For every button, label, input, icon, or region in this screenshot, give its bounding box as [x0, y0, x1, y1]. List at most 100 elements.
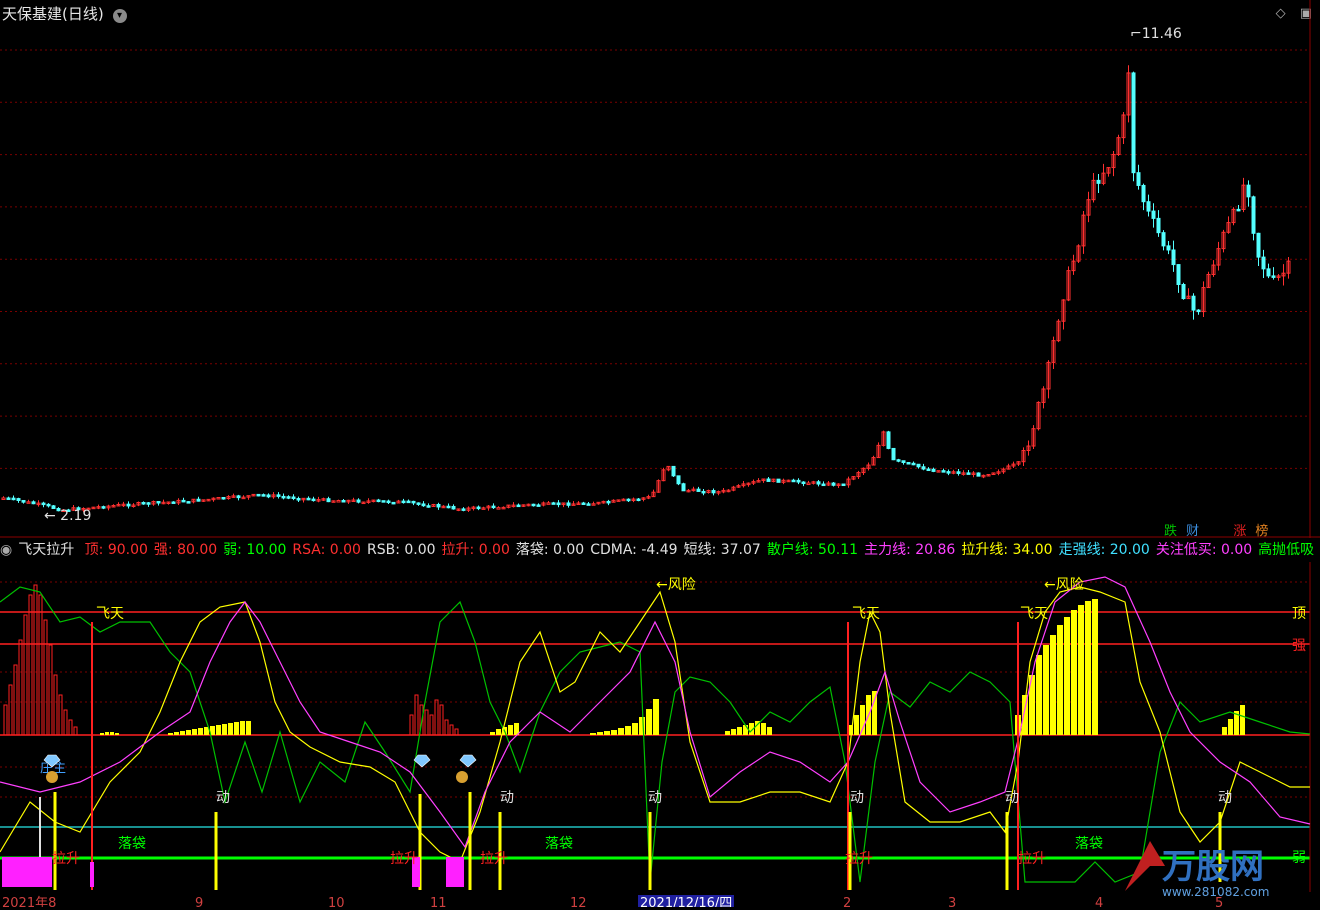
indicator-param: RSB: 0.00 — [366, 542, 436, 558]
red-hist-bar — [434, 699, 439, 736]
date-tick: 2021年8 — [2, 896, 56, 907]
indicator-header: ◉ 飞天拉升 顶: 90.00 强: 80.00 弱: 10.00 RSA: 0.00 R… — [0, 539, 1320, 561]
red-hist-bar — [43, 619, 48, 736]
candle — [101, 506, 106, 509]
candle — [181, 499, 186, 503]
candle — [376, 499, 381, 503]
candle — [46, 503, 51, 507]
candle — [1261, 256, 1266, 270]
candle — [196, 498, 201, 502]
candle — [146, 502, 151, 505]
candle — [336, 500, 341, 503]
date-tick: 4 — [1095, 896, 1103, 907]
watermark-arrow-icon — [1125, 841, 1165, 891]
yellow-hist-bar — [1057, 625, 1063, 735]
candle — [546, 502, 551, 505]
candle — [141, 502, 146, 505]
candle — [451, 505, 456, 510]
yellow-hist-bar — [767, 727, 772, 735]
candle — [11, 497, 16, 501]
candle — [1266, 268, 1271, 277]
fly-label: 飞天 — [852, 606, 880, 622]
candle — [411, 500, 416, 504]
risk-label: ←风险 — [1044, 577, 1084, 593]
red-hist-bar — [414, 694, 419, 736]
lift-label: 拉升 — [1018, 851, 1046, 867]
indicator-dropdown-icon[interactable]: ◉ — [0, 542, 12, 558]
lift-label: 拉升 — [845, 851, 873, 867]
badge-die[interactable]: 跌 — [1162, 524, 1179, 540]
indicator-name[interactable]: 飞天拉升 — [18, 542, 74, 558]
candle — [911, 462, 916, 466]
yellow-hist-bar — [653, 699, 659, 735]
candle — [496, 507, 501, 510]
candle — [536, 504, 541, 507]
red-hist-bar — [8, 684, 13, 736]
candle — [386, 500, 391, 504]
red-hist-bar — [38, 594, 43, 736]
yellow-hist-bar — [632, 723, 638, 735]
price-chart[interactable]: ⌐11.46 ← 2.19 — [0, 0, 1320, 538]
candle — [841, 483, 846, 487]
yellow-hist-bar — [646, 709, 652, 735]
focus-buy-block — [446, 857, 464, 887]
candle — [276, 494, 281, 497]
candle — [401, 500, 406, 504]
yellow-hist-bar — [725, 731, 730, 735]
candle — [831, 482, 836, 486]
candle — [126, 503, 131, 507]
badge-zhang[interactable]: 涨 — [1231, 524, 1248, 540]
indicator-params: 顶: 90.00 强: 80.00 弱: 10.00 RSA: 0.00 RSB: 0.… — [85, 542, 1320, 558]
candle — [296, 498, 301, 501]
candle — [236, 495, 241, 499]
fly-label: 飞天 — [1020, 606, 1048, 622]
candle — [516, 504, 521, 508]
focus-buy-block — [2, 857, 52, 887]
red-hist-bar — [429, 714, 434, 736]
candle — [556, 502, 561, 506]
candle — [221, 496, 226, 500]
yellow-hist-bar — [1240, 705, 1245, 735]
fly-label: 飞天 — [96, 606, 124, 622]
candle — [1196, 309, 1201, 313]
money-bag-icon — [46, 771, 58, 783]
candle — [1, 497, 6, 500]
candle — [776, 478, 781, 483]
red-hist-bar — [73, 726, 78, 736]
candle — [966, 472, 971, 475]
red-hist-bar — [424, 709, 429, 736]
watermark-url: www.281082.com — [1162, 885, 1269, 899]
lift-label: 拉升 — [52, 851, 80, 867]
candle — [491, 505, 496, 509]
indicator-param: 高抛低吸 — [1258, 542, 1315, 558]
yellow-hist-bar — [105, 732, 109, 735]
date-tick: 2 — [843, 896, 851, 907]
candle — [416, 502, 421, 505]
badge-bang[interactable]: 榜 — [1253, 524, 1270, 540]
label-top: 顶 — [1292, 606, 1306, 622]
indicator-param: 主力线: 20.86 — [864, 542, 956, 558]
candle — [916, 463, 921, 468]
yellow-hist-bar — [234, 722, 239, 735]
yellow-hist-bar — [490, 732, 495, 735]
candle — [921, 466, 926, 470]
candle — [31, 501, 36, 505]
yellow-hist-bar — [1078, 605, 1084, 735]
yellow-hist-bar — [737, 727, 742, 735]
indicator-param: CDMA: -4.49 — [590, 542, 678, 558]
indicator-param: 强: 80.00 — [153, 542, 218, 558]
date-tick: 9 — [195, 896, 203, 907]
indicator-param: 拉升线: 34.00 — [961, 542, 1053, 558]
yellow-hist-bar — [1036, 655, 1042, 735]
indicator-param: 短线: 37.07 — [683, 542, 761, 558]
candle — [266, 494, 271, 498]
red-hist-bar — [33, 584, 38, 736]
candle — [436, 503, 441, 508]
candle — [256, 493, 261, 497]
badge-cai[interactable]: 财 — [1184, 524, 1201, 540]
yellow-hist-bar — [222, 724, 227, 735]
candle — [1176, 264, 1181, 286]
candle — [41, 502, 46, 506]
yellow-hist-bar — [618, 728, 624, 735]
money-bag-icon — [456, 771, 468, 783]
